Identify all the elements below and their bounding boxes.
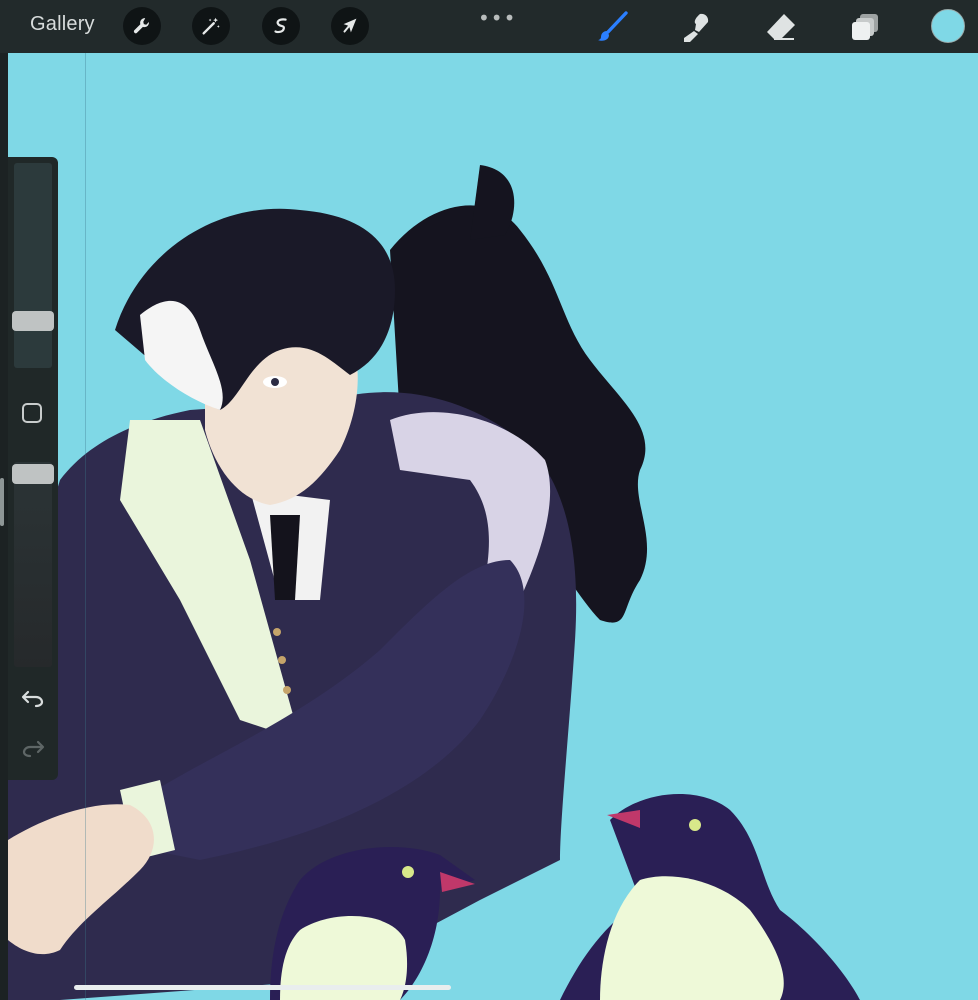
eraser-tool[interactable] [764,10,798,44]
more-menu-handle[interactable]: ••• [478,6,516,30]
selection-s-icon [274,18,287,34]
redo-icon [22,740,45,758]
selection-button[interactable] [262,7,300,45]
drawing-canvas[interactable] [8,53,978,1000]
wrench-icon [133,18,149,34]
opacity-thumb[interactable] [12,464,54,484]
undo-icon [21,690,44,708]
layers-button[interactable] [848,10,882,44]
smudge-tool[interactable] [680,10,714,44]
magic-wand-icon [202,17,220,35]
actions-button[interactable] [123,7,161,45]
home-indicator[interactable] [74,985,451,990]
active-color-swatch[interactable] [931,9,965,43]
left-edge-strip [0,53,8,1000]
modify-button[interactable] [22,403,42,423]
top-toolbar: Gallery ••• [0,0,978,53]
sidebar [8,157,58,780]
drawing-guide-line [85,53,86,1000]
brush-size-slider[interactable] [14,163,52,368]
arrow-cursor-icon [343,18,357,33]
transform-button[interactable] [331,7,369,45]
sidebar-handle[interactable] [0,478,4,526]
gallery-button[interactable]: Gallery [30,13,95,36]
adjustments-button[interactable] [192,7,230,45]
undo-button[interactable] [20,685,46,711]
brush-tool[interactable] [596,10,630,44]
artwork-illustration [8,165,860,1000]
opacity-slider[interactable] [14,462,52,667]
redo-button[interactable] [20,735,46,761]
brush-size-thumb[interactable] [12,311,54,331]
